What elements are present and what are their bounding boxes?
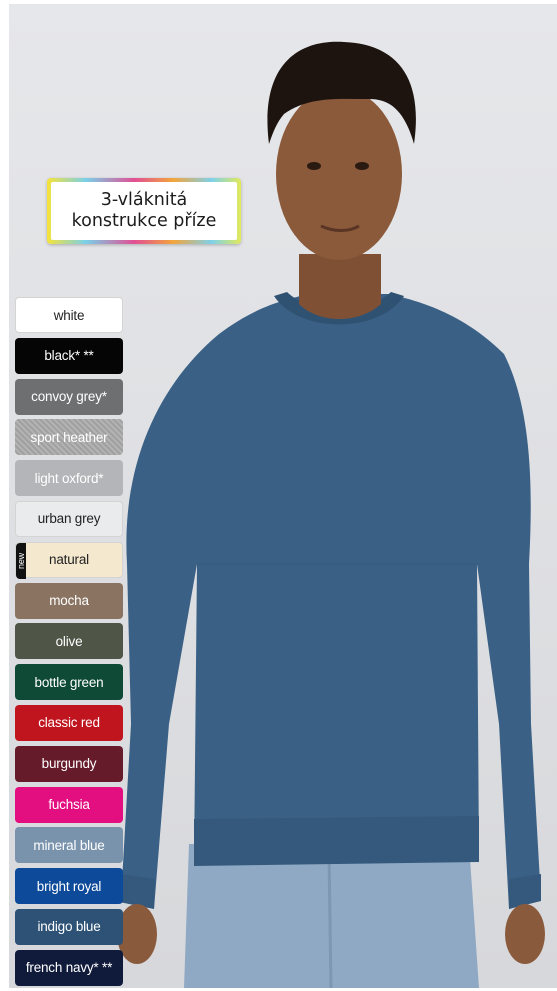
color-swatch-olive[interactable]: olive	[15, 623, 123, 660]
color-swatch-bottle-green[interactable]: bottle green	[15, 664, 123, 701]
color-swatch-label: indigo blue	[37, 919, 101, 935]
color-swatch-natural[interactable]: new natural	[15, 541, 123, 579]
color-swatch-french-navy[interactable]: french navy* **	[15, 949, 123, 986]
color-swatch-label: mineral blue	[33, 837, 105, 853]
color-swatch-burgundy[interactable]: burgundy	[15, 745, 123, 782]
color-swatch-mineral-blue[interactable]: mineral blue	[15, 827, 123, 864]
new-badge: new	[16, 542, 26, 579]
color-swatch-label: natural	[49, 552, 89, 568]
product-panel: 3-vláknitá konstrukce příze white black* …	[0, 0, 557, 988]
color-swatch-label: classic red	[38, 715, 100, 731]
color-swatch-label: french navy* **	[25, 960, 113, 976]
color-swatch-label: sport heather	[30, 429, 108, 445]
color-swatch-label: burgundy	[41, 756, 97, 772]
color-swatch-white[interactable]: white	[15, 297, 123, 333]
color-swatch-bright-royal[interactable]: bright royal	[15, 868, 123, 905]
color-swatch-label: bottle green	[34, 674, 104, 690]
color-swatch-label: bright royal	[36, 878, 102, 894]
color-swatch-label: white	[53, 307, 85, 323]
color-swatch-mocha[interactable]: mocha	[15, 582, 123, 619]
color-swatch-label: black* **	[44, 348, 94, 364]
color-swatch-label: convoy grey*	[31, 389, 107, 405]
color-swatch-label: light oxford*	[34, 470, 104, 486]
color-swatch-label: urban grey	[37, 511, 101, 527]
color-swatch-light-oxford[interactable]: light oxford*	[15, 460, 123, 497]
color-swatch-classic-red[interactable]: classic red	[15, 704, 123, 741]
color-swatch-sport-heather[interactable]: sport heather	[15, 419, 123, 456]
color-swatch-label: olive	[55, 633, 83, 649]
feature-badge-line1: 3-vláknitá	[100, 190, 188, 210]
feature-badge-line2: konstrukce příze	[71, 211, 217, 231]
color-swatch-urban-grey[interactable]: urban grey	[15, 500, 123, 537]
color-swatch-indigo-blue[interactable]: indigo blue	[15, 908, 123, 945]
feature-badge: 3-vláknitá konstrukce příze	[47, 178, 241, 244]
color-swatch-fuchsia[interactable]: fuchsia	[15, 786, 123, 823]
color-swatch-label: fuchsia	[48, 797, 90, 813]
color-swatch-convoy-grey[interactable]: convoy grey*	[15, 378, 123, 415]
color-swatch-list: white black* ** convoy grey* sport heather l…	[15, 297, 123, 991]
color-swatch-label: mocha	[49, 593, 89, 609]
color-swatch-black[interactable]: black* **	[15, 337, 123, 374]
